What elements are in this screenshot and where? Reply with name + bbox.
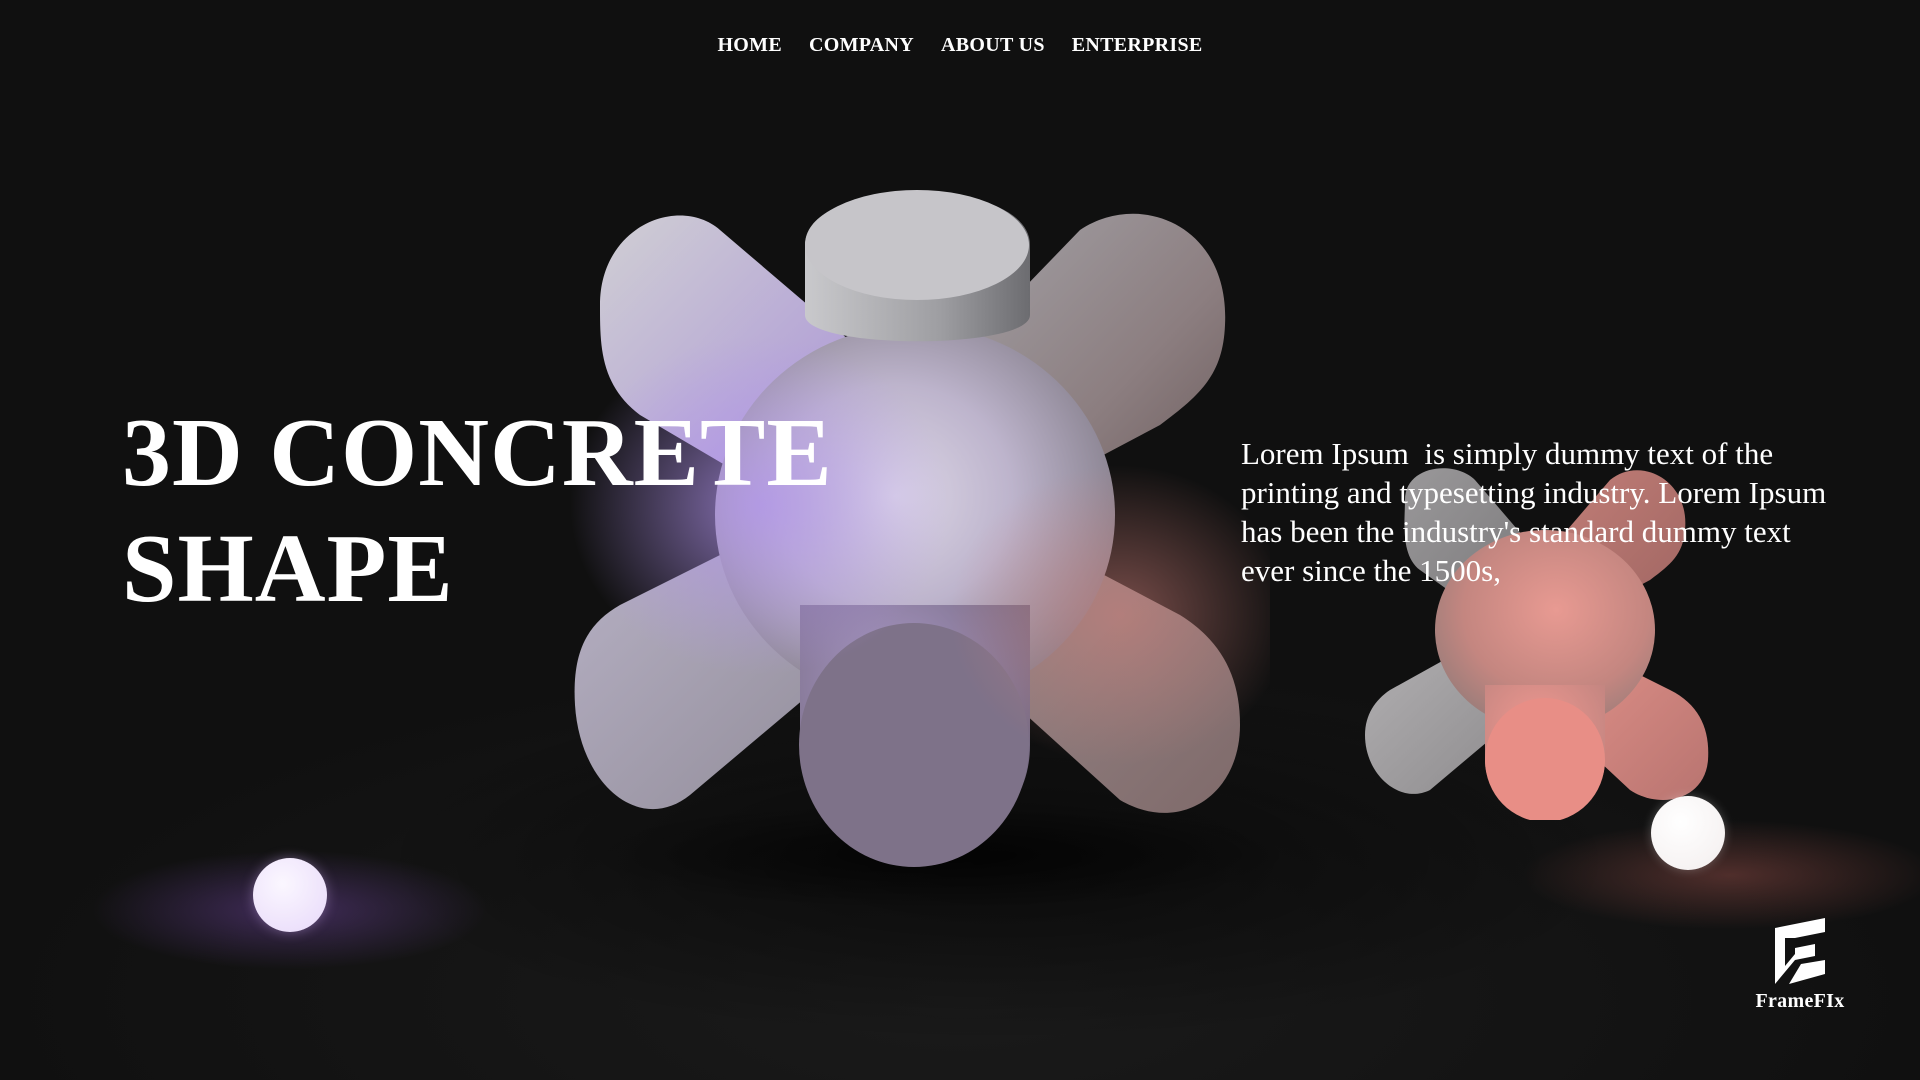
brand-name: FrameFIx (1755, 990, 1845, 1012)
hero-description: Lorem Ipsum is simply dummy text of the … (1241, 436, 1834, 588)
nav-enterprise[interactable]: ENTERPRISE (1072, 34, 1203, 57)
right-sphere (1651, 796, 1725, 870)
title-line-2: SHAPE (122, 515, 454, 623)
brand-logo[interactable]: FrameFIx (1740, 918, 1860, 1013)
nav-home[interactable]: HOME (717, 34, 782, 57)
top-navigation: HOME COMPANY ABOUT US ENTERPRISE (0, 34, 1920, 57)
title-line-1: 3D CONCRETE (122, 399, 833, 507)
framefix-logo-icon (1775, 918, 1825, 984)
page-title: 3D CONCRETE SHAPE (122, 395, 833, 627)
nav-about-us[interactable]: ABOUT US (941, 34, 1045, 57)
hero-page: HOME COMPANY ABOUT US ENTERPRISE 3D CONC… (0, 0, 1920, 1080)
left-sphere (253, 858, 327, 932)
nav-company[interactable]: COMPANY (809, 34, 914, 57)
